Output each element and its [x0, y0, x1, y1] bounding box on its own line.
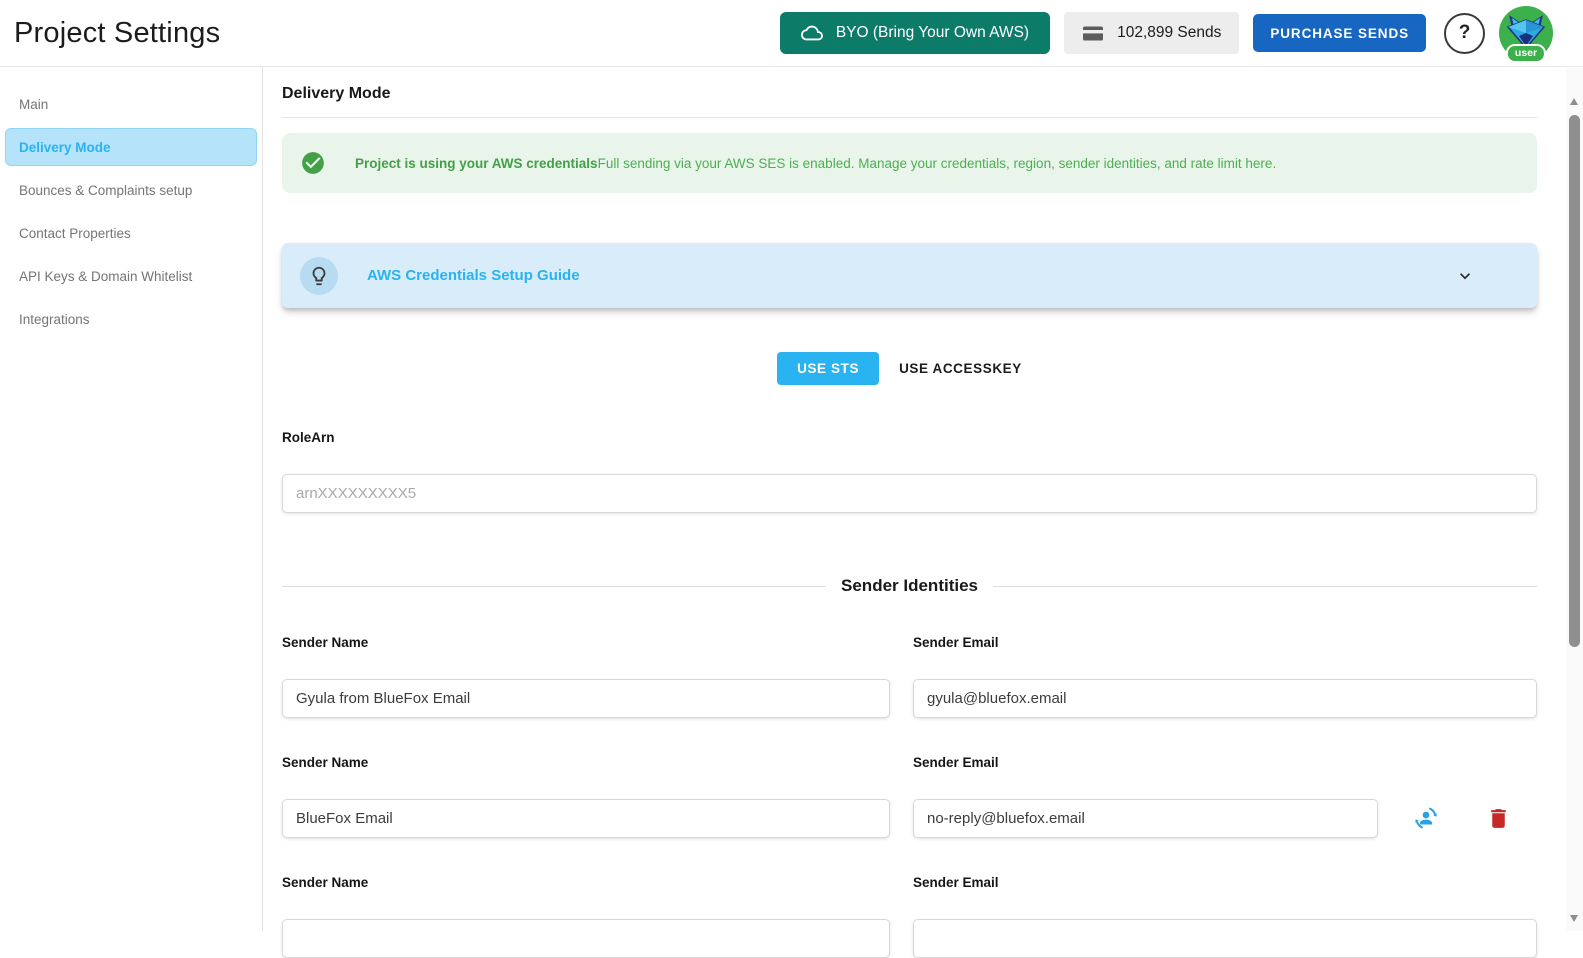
- chevron-down-icon[interactable]: [1455, 266, 1475, 286]
- top-bar: Project Settings BYO (Bring Your Own AWS…: [0, 0, 1583, 67]
- sends-counter-chip[interactable]: 102,899 Sends: [1064, 12, 1240, 54]
- byo-aws-button[interactable]: BYO (Bring Your Own AWS): [779, 12, 1051, 54]
- sidebar-item-api-keys-whitelist[interactable]: API Keys & Domain Whitelist: [5, 257, 257, 295]
- sender-name-input[interactable]: [282, 919, 890, 958]
- role-arn-label: RoleArn: [282, 430, 335, 445]
- alert-title: Project is using your AWS credentials: [355, 155, 598, 171]
- question-mark-icon: ?: [1458, 22, 1471, 43]
- sidebar-item-label: Main: [19, 96, 49, 112]
- sender-name-field: Sender Name: [282, 754, 890, 838]
- sidebar-item-bounces-complaints[interactable]: Bounces & Complaints setup: [5, 171, 257, 209]
- sender-identity-row: Sender Name Sender Email: [282, 874, 1537, 958]
- sender-email-input[interactable]: [913, 919, 1537, 958]
- sends-count-label: 102,899 Sends: [1117, 24, 1222, 41]
- sender-name-label: Sender Name: [282, 875, 369, 890]
- sidebar-item-label: Contact Properties: [19, 225, 131, 241]
- sync-sender-icon[interactable]: [1413, 805, 1439, 831]
- sidebar-item-label: API Keys & Domain Whitelist: [19, 268, 193, 284]
- credit-card-icon: [1082, 22, 1104, 44]
- scrollbar-thumb[interactable]: [1569, 115, 1580, 647]
- sender-email-label: Sender Email: [913, 755, 999, 770]
- purchase-sends-button[interactable]: PURCHASE SENDS: [1253, 14, 1426, 52]
- page-title: Project Settings: [14, 16, 221, 49]
- sender-email-field: Sender Email: [913, 634, 1537, 718]
- sender-email-label: Sender Email: [913, 635, 999, 650]
- settings-content: Delivery Mode Project is using your AWS …: [263, 67, 1583, 958]
- divider-line: [282, 585, 827, 587]
- help-button[interactable]: ?: [1444, 12, 1485, 54]
- sender-identities-heading: Sender Identities: [841, 576, 978, 595]
- sidebar-item-main[interactable]: Main: [5, 85, 257, 123]
- sidebar-item-integrations[interactable]: Integrations: [5, 300, 257, 338]
- sidebar-item-label: Bounces & Complaints setup: [19, 182, 193, 198]
- delete-sender-icon[interactable]: [1486, 806, 1511, 831]
- sidebar-item-label: Integrations: [19, 311, 90, 327]
- sender-name-input[interactable]: [282, 679, 890, 718]
- sender-email-field: Sender Email: [913, 874, 1537, 958]
- user-role-badge: user: [1505, 44, 1547, 63]
- alert-body: Full sending via your AWS SES is enabled…: [597, 155, 1277, 171]
- guide-title: AWS Credentials Setup Guide: [367, 267, 580, 284]
- sender-identity-row: Sender Name Sender Email: [282, 634, 1537, 718]
- sender-name-input[interactable]: [282, 799, 890, 838]
- scroll-down-arrow-icon[interactable]: [1570, 915, 1578, 922]
- sender-identities-divider: Sender Identities: [282, 576, 1538, 596]
- scroll-up-arrow-icon[interactable]: [1570, 98, 1578, 105]
- sender-name-label: Sender Name: [282, 755, 369, 770]
- sender-name-field: Sender Name: [282, 874, 890, 958]
- sender-identity-row: Sender Name Sender Email: [282, 754, 1537, 838]
- sender-name-field: Sender Name: [282, 634, 890, 718]
- settings-sidebar: Main Delivery Mode Bounces & Complaints …: [0, 67, 263, 931]
- sender-name-label: Sender Name: [282, 635, 369, 650]
- check-circle-icon: [300, 150, 326, 176]
- user-avatar[interactable]: user: [1499, 6, 1553, 63]
- sidebar-item-contact-properties[interactable]: Contact Properties: [5, 214, 257, 252]
- sidebar-item-label: Delivery Mode: [19, 139, 111, 155]
- lightbulb-icon: [300, 256, 338, 295]
- main-layout: Main Delivery Mode Bounces & Complaints …: [0, 67, 1583, 958]
- sidebar-item-delivery-mode[interactable]: Delivery Mode: [5, 128, 257, 166]
- sender-email-input[interactable]: [913, 799, 1378, 838]
- role-arn-input[interactable]: [282, 474, 1537, 513]
- aws-setup-guide-accordion[interactable]: AWS Credentials Setup Guide: [282, 243, 1537, 308]
- credential-mode-toggle: USE STS USE ACCESSKEY: [282, 352, 1537, 385]
- section-heading: Delivery Mode: [282, 67, 1537, 118]
- byo-button-label: BYO (Bring Your Own AWS): [835, 24, 1030, 41]
- vertical-scrollbar[interactable]: [1566, 68, 1583, 931]
- cloud-icon: [800, 22, 823, 44]
- divider-line: [993, 585, 1538, 587]
- aws-credentials-status-alert: Project is using your AWS credentials Ful…: [282, 133, 1537, 193]
- tab-use-accesskey[interactable]: USE ACCESSKEY: [879, 352, 1042, 385]
- tab-use-sts[interactable]: USE STS: [777, 352, 880, 385]
- sender-email-field: Sender Email: [913, 754, 1537, 838]
- topbar-actions: BYO (Bring Your Own AWS) 102,899 Sends P…: [779, 6, 1553, 63]
- sender-email-input[interactable]: [913, 679, 1537, 718]
- sender-email-label: Sender Email: [913, 875, 999, 890]
